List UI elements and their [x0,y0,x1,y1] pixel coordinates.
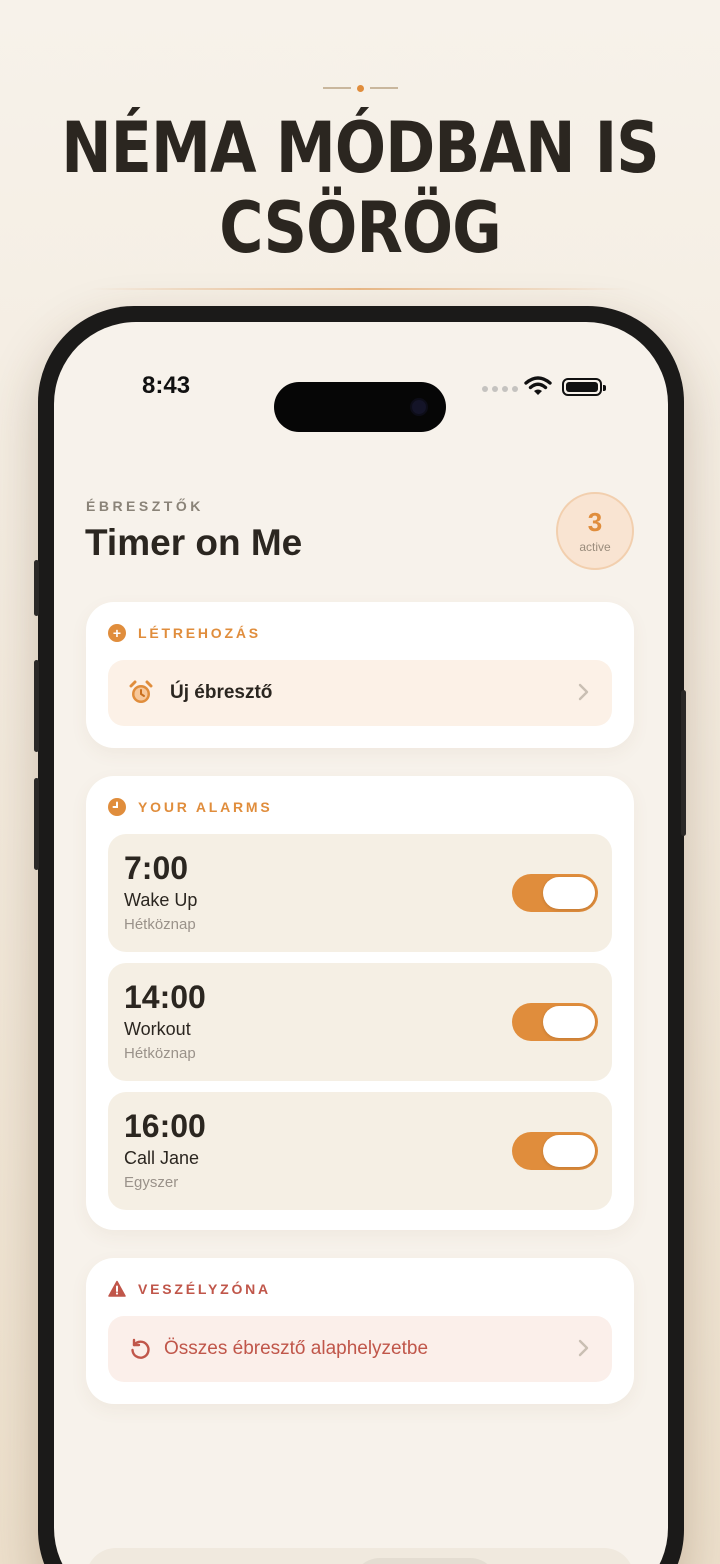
headline-line-1: NÉMA MÓDBAN IS [61,107,659,189]
tab-stopwatch[interactable] [112,1558,212,1564]
headline-line-2: CSÖRÖG [219,187,501,269]
alarm-item[interactable]: 7:00 Wake Up Hétköznap [108,834,612,952]
alarm-time: 7:00 [124,850,189,886]
alarms-section-title: YOUR ALARMS [138,799,273,815]
alarm-name: Call Jane [124,1148,200,1168]
warning-icon [108,1280,126,1297]
side-button-power [681,690,686,836]
phone-frame: 8:43 ÉBRESZTŐK Timer on Me 3 active + LÉ… [34,306,686,1564]
alarms-section-header: YOUR ALARMS [108,798,273,816]
dynamic-island [274,382,446,432]
danger-section-title: VESZÉLYZÓNA [138,1281,271,1297]
alarm-repeat: Hétköznap [124,916,196,933]
headline: NÉMA MÓDBAN IS CSÖRÖG [50,108,669,268]
side-button-volume-up [34,660,39,752]
alarm-toggle[interactable] [512,1132,598,1170]
tab-settings[interactable] [510,1558,610,1564]
reset-all-alarms-button[interactable]: Összes ébresztő alaphelyzetbe [108,1316,612,1382]
tab-alarms[interactable] [352,1558,498,1564]
side-button-volume-down [34,778,39,870]
active-label: active [579,540,611,554]
alarm-clock-icon [129,680,153,703]
new-alarm-label: Új ébresztő [170,682,273,703]
tab-timer[interactable] [242,1558,342,1564]
plus-circle-icon: + [108,624,126,642]
tab-bar [86,1548,634,1564]
reset-all-label: Összes ébresztő alaphelyzetbe [164,1338,429,1359]
page-subtitle: ÉBRESZTŐK [86,498,204,514]
camera-icon [410,398,428,416]
create-section-card: + LÉTREHOZÁS Új ébresztő [86,602,634,748]
signal-icon [482,386,518,392]
chevron-right-icon [578,1339,589,1357]
alarm-toggle[interactable] [512,1003,598,1041]
danger-section-header: VESZÉLYZÓNA [108,1280,271,1298]
battery-icon [562,378,606,396]
alarm-name: Workout [124,1019,191,1039]
reset-icon [131,1338,150,1359]
page-title: Timer on Me [85,522,303,563]
active-count-badge: 3 active [556,492,634,570]
side-button-mute [34,560,39,616]
alarm-item[interactable]: 16:00 Call Jane Egyszer [108,1092,612,1210]
alarm-item[interactable]: 14:00 Workout Hétköznap [108,963,612,1081]
danger-section-card: VESZÉLYZÓNA Összes ébresztő alaphelyzetb… [86,1258,634,1404]
alarm-repeat: Hétköznap [124,1045,196,1062]
alarm-toggle[interactable] [512,874,598,912]
alarm-time: 16:00 [124,1108,206,1144]
wifi-icon [524,376,552,395]
alarms-section-card: YOUR ALARMS 7:00 Wake Up Hétköznap 14:00… [86,776,634,1230]
create-section-title: LÉTREHOZÁS [138,625,261,641]
alarm-repeat: Egyszer [124,1174,179,1191]
chevron-right-icon [578,683,589,701]
active-count: 3 [587,507,603,537]
status-bar: 8:43 [54,360,668,432]
create-section-header: + LÉTREHOZÁS [108,624,261,642]
status-time: 8:43 [142,372,191,399]
headline-divider [90,288,630,290]
phone-screen: 8:43 ÉBRESZTŐK Timer on Me 3 active + LÉ… [54,322,668,1564]
new-alarm-button[interactable]: Új ébresztő [108,660,612,726]
alarm-time: 14:00 [124,979,206,1015]
headline-ornament [0,80,720,96]
alarm-name: Wake Up [124,890,198,910]
clock-icon [108,798,126,816]
